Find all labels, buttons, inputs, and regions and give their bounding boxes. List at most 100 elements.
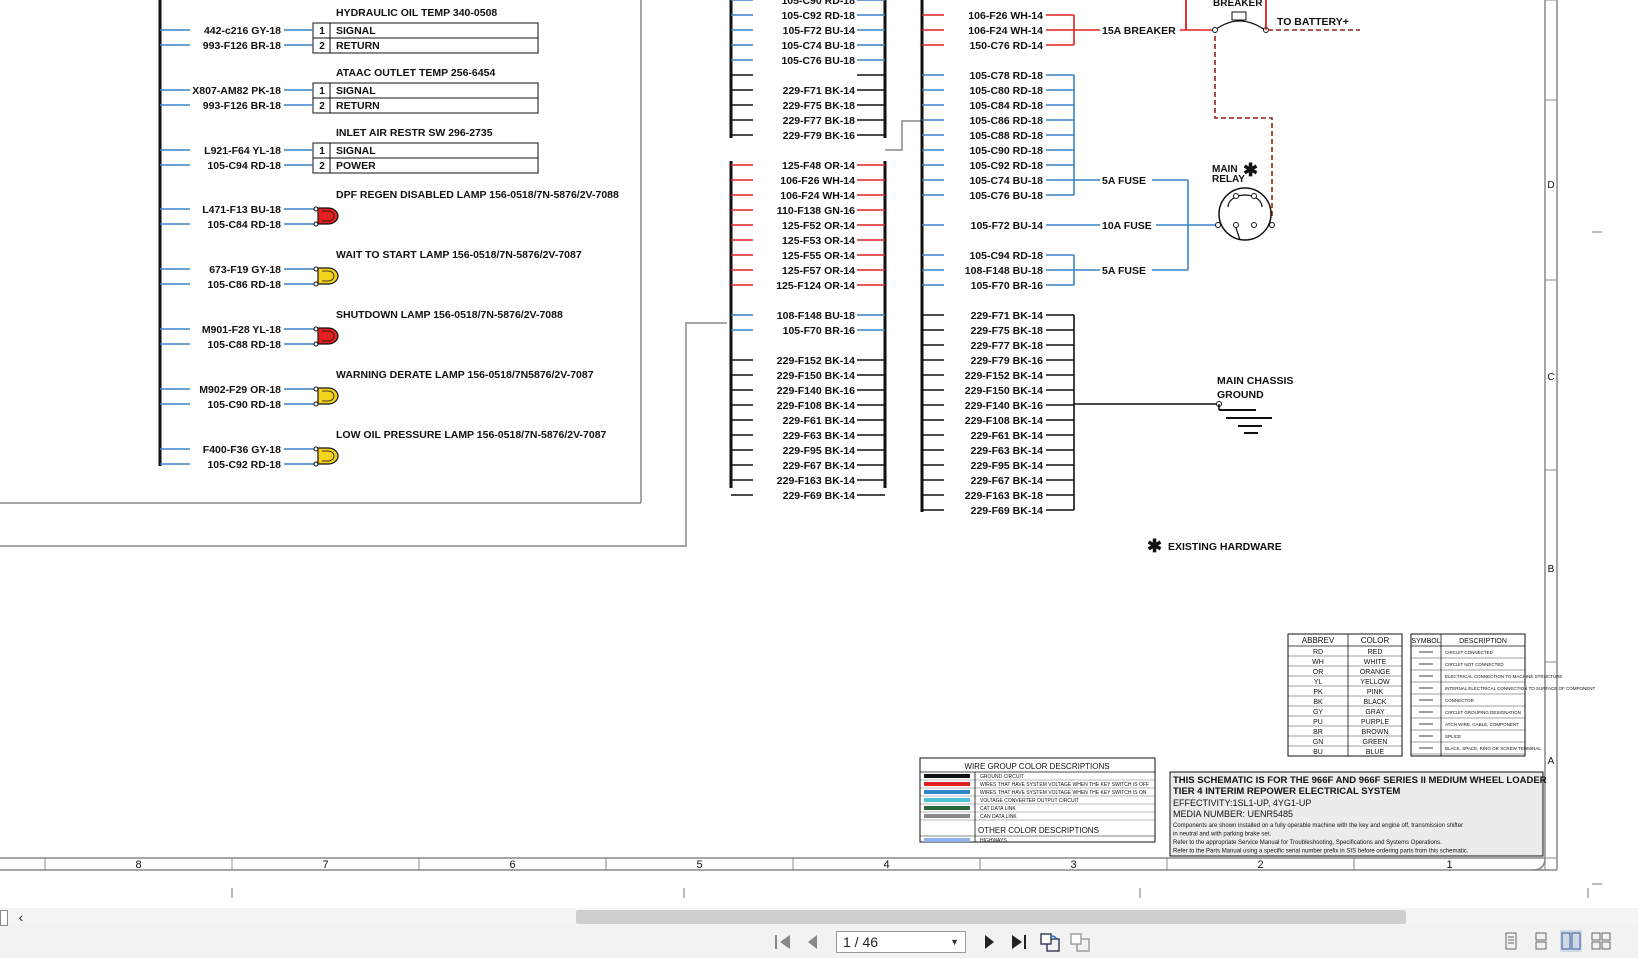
zone-label: 2: [1257, 859, 1263, 871]
rotate-page-icon: [1040, 933, 1060, 952]
component-title: HYDRAULIC OIL TEMP 340-0508: [336, 7, 497, 19]
wire-label: 125-F53 OR-14: [782, 235, 855, 247]
continuous-view-button[interactable]: [1530, 930, 1552, 952]
first-page-button[interactable]: [770, 930, 794, 954]
wire-label: M902-F29 OR-18: [199, 384, 281, 396]
bus-jumper: [885, 120, 922, 151]
wire-label: 108-F148 BU-18: [777, 310, 855, 322]
pin-label: RETURN: [336, 100, 380, 112]
title-block-line: TIER 4 INTERIM REPOWER ELECTRICAL SYSTEM: [1173, 786, 1400, 797]
symbol-table-header: DESCRIPTION: [1459, 638, 1507, 645]
zone-label: A: [1548, 756, 1555, 767]
pin-number: 1: [319, 146, 325, 157]
existing-hardware-label: EXISTING HARDWARE: [1168, 541, 1282, 553]
copy-page-button[interactable]: [1068, 930, 1092, 954]
wire-label: 229-F69 BK-14: [971, 505, 1044, 517]
wire-label: 673-F19 GY-18: [209, 264, 281, 276]
wire-label: 125-F124 OR-14: [776, 280, 855, 292]
wire-label: 229-F67 BK-14: [783, 460, 856, 472]
wire-label: 229-F152 BK-14: [777, 355, 855, 367]
wire-label: 229-F75 BK-18: [783, 100, 856, 112]
wire-label: 229-F63 BK-14: [783, 430, 856, 442]
color-name: GREEN: [1363, 739, 1388, 746]
single-page-icon: [1505, 932, 1517, 950]
lamp-title: WAIT TO START LAMP 156-0518/7N-5876/2V-7…: [336, 249, 582, 261]
pin-label: RETURN: [336, 40, 380, 52]
color-name: GRAY: [1365, 709, 1385, 716]
wire-label: 229-F77 BK-18: [971, 340, 1044, 352]
lamp-title: WARNING DERATE LAMP 156-0518/7N5876/2V-7…: [336, 369, 594, 381]
pin-number: 1: [319, 26, 325, 37]
rotate-page-button[interactable]: [1038, 930, 1062, 954]
wire-label: 229-F77 BK-18: [783, 115, 856, 127]
color-abbrev: PU: [1313, 719, 1323, 726]
horizontal-scroll-thumb[interactable]: [576, 910, 1406, 924]
wire-label: X807-AM82 PK-18: [192, 85, 281, 97]
relay-terminal: [1233, 193, 1239, 199]
ground-label: MAIN CHASSIS: [1217, 375, 1293, 387]
horizontal-scrollbar[interactable]: ‹: [0, 908, 1638, 926]
wire-label: 105-C88 RD-18: [969, 130, 1043, 142]
color-abbrev: GY: [1313, 709, 1323, 716]
symbol-table-header: SYMBOL: [1411, 638, 1440, 645]
wire-label: 229-F163 BK-18: [965, 490, 1043, 502]
two-page-view-button[interactable]: [1560, 930, 1582, 952]
color-name: BLUE: [1366, 749, 1385, 756]
next-page-icon: [985, 935, 994, 949]
chevron-down-icon[interactable]: ▼: [950, 937, 959, 947]
wire-label: 229-F95 BK-14: [783, 445, 856, 457]
title-block-line: THIS SCHEMATIC IS FOR THE 966F AND 966F …: [1173, 775, 1547, 786]
relay-terminal: [1269, 222, 1275, 228]
fuse-label: 5A FUSE: [1102, 265, 1146, 277]
color-name: PURPLE: [1361, 719, 1389, 726]
wire-label: 442-c216 GY-18: [204, 25, 281, 37]
wire-label: 105-C92 RD-18: [207, 459, 281, 471]
main-relay-label: RELAY: [1212, 174, 1245, 185]
wire-label: 229-F163 BK-14: [777, 475, 855, 487]
electrical-schematic: HYDRAULIC OIL TEMP 340-0508 442-c216 GY-1…: [0, 0, 1602, 898]
single-page-view-button[interactable]: [1500, 930, 1522, 952]
wire-group-swatch: [924, 838, 970, 842]
wire-group-swatch: [924, 774, 970, 778]
title-block-line: MEDIA NUMBER: UENR5485: [1173, 809, 1293, 819]
symbol-description: CONNECTOR: [1445, 698, 1475, 703]
previous-page-button[interactable]: [800, 930, 824, 954]
pin-number: 2: [319, 101, 325, 112]
drawing-frame-corner: [1532, 857, 1546, 871]
wire-group-swatch: [924, 814, 970, 818]
wire-label: 106-F26 WH-14: [780, 175, 855, 187]
color-name: BROWN: [1362, 729, 1389, 736]
last-page-button[interactable]: [1008, 930, 1032, 954]
indicator-lamp: [317, 387, 339, 405]
title-block-note: Refer to the appropriate Service Manual …: [1173, 840, 1442, 846]
color-table-header: COLOR: [1361, 636, 1390, 645]
page-number-field[interactable]: 1 / 46 ▼: [836, 931, 966, 953]
wire-group-swatch: [924, 790, 970, 794]
color-table: [1287, 633, 1403, 757]
two-page-continuous-icon: [1591, 932, 1611, 950]
wire-label: 229-F71 BK-14: [971, 310, 1044, 322]
wire-label: L921-F64 YL-18: [204, 145, 281, 157]
wire-label: 105-F70 BR-16: [971, 280, 1044, 292]
zone-label: 5: [696, 859, 702, 871]
next-page-button[interactable]: [978, 930, 1002, 954]
two-page-continuous-view-button[interactable]: [1590, 930, 1612, 952]
symbol-description: INTERNAL ELECTRICAL CONNECTION TO SURFAC…: [1445, 686, 1596, 691]
wire-label: 993-F126 BR-18: [203, 100, 281, 112]
breaker-terminal: [1212, 27, 1218, 33]
relay-terminal: [1251, 222, 1257, 228]
color-name: BLACK: [1364, 699, 1387, 706]
pin-number: 2: [319, 161, 325, 172]
document-canvas[interactable]: HYDRAULIC OIL TEMP 340-0508 442-c216 GY-1…: [0, 0, 1638, 908]
title-block-note: in neutral and with parking brake set.: [1173, 832, 1271, 838]
wire-label: 110-F138 GN-16: [777, 205, 855, 217]
title-block-line: EFFECTIVITY:1SL1-UP, 4YG1-UP: [1173, 798, 1311, 808]
indicator-lamp: [317, 207, 339, 225]
wire-label: 105-C92 RD-18: [781, 10, 855, 22]
color-abbrev: BR: [1313, 729, 1323, 736]
scroll-left-arrow-icon[interactable]: ‹: [14, 908, 28, 926]
wire-label: 125-F48 OR-14: [782, 160, 855, 172]
zone-label: 1: [1446, 859, 1452, 871]
wire-label: 105-C74 BU-18: [781, 40, 855, 52]
wire-label: 105-C74 BU-18: [969, 175, 1043, 187]
